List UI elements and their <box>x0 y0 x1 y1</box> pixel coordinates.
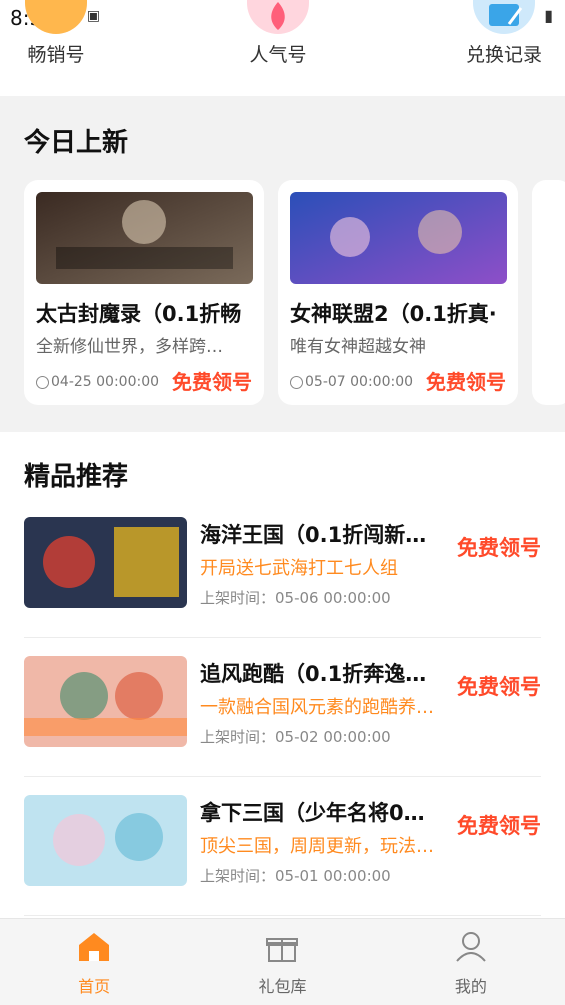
list-item[interactable]: 海洋王国（0.1折闯新… 开局送七武海打工七人组 上架时间：05-06 00:0… <box>0 499 565 638</box>
today-new-section: 今日上新 太古封魔录（0.1折畅 全新修仙世界，多样跨… 04-25 00:00… <box>0 104 565 424</box>
quick-link-label: 畅销号 <box>27 44 85 66</box>
card-game-name: 女神联盟2（0.1折真· <box>290 302 497 326</box>
claim-account-button[interactable]: 免费领号 <box>457 671 541 701</box>
card-time-text: 04-25 00:00:00 <box>51 374 160 390</box>
card-game-desc: 全新修仙世界，多样跨… <box>36 337 223 357</box>
card-time: 05-07 00:00:00 <box>290 374 413 390</box>
quick-link-label: 兑换记录 <box>465 44 542 66</box>
section-title-recommend: 精品推荐 <box>24 456 129 495</box>
quick-link-hot[interactable]: 畅销号 <box>0 0 116 67</box>
claim-account-button[interactable]: 免费领号 <box>426 366 506 395</box>
top-header: 8:51 ⭳ ▣ ▮ 畅销号 人气号 兑换记录 <box>0 0 565 96</box>
claim-account-button[interactable]: 免费领号 <box>457 532 541 562</box>
card-game-name: 太古封魔录（0.1折畅 <box>36 302 242 326</box>
game-desc: 顶尖三国，周周更新，玩法… <box>200 836 434 857</box>
claim-account-button[interactable]: 免费领号 <box>457 810 541 840</box>
exchange-record-icon <box>473 0 535 34</box>
tab-label: 首页 <box>78 977 111 996</box>
tab-home[interactable]: 首页 <box>0 919 188 1005</box>
game-desc: 一款融合国风元素的跑酷养… <box>200 697 434 718</box>
release-time: 上架时间：05-06 00:00:00 <box>200 589 391 607</box>
popularity-flame-icon <box>247 0 309 34</box>
release-time: 上架时间：05-01 00:00:00 <box>200 867 391 885</box>
claim-account-button[interactable]: 免费领号 <box>172 366 252 395</box>
card-game-desc: 唯有女神超越女神 <box>290 337 426 357</box>
quick-link-label: 人气号 <box>249 44 307 66</box>
game-thumbnail <box>24 795 187 886</box>
release-time: 上架时间：05-02 00:00:00 <box>200 728 391 746</box>
today-card-partial[interactable] <box>532 180 565 405</box>
gift-icon <box>266 938 299 962</box>
tab-label: 礼包库 <box>258 977 307 996</box>
quick-link-popular[interactable]: 人气号 <box>218 0 338 67</box>
tab-profile[interactable]: 我的 <box>377 919 565 1005</box>
card-time-text: 05-07 00:00:00 <box>305 374 414 390</box>
today-card[interactable]: 女神联盟2（0.1折真· 唯有女神超越女神 05-07 00:00:00 免费领… <box>278 180 518 405</box>
game-name: 海洋王国（0.1折闯新… <box>200 523 427 547</box>
recommend-section: 精品推荐 海洋王国（0.1折闯新… 开局送七武海打工七人组 上架时间：05-06… <box>0 432 565 918</box>
bottom-nav: 首页 礼包库 我的 <box>0 918 565 1005</box>
user-icon <box>456 932 486 962</box>
game-thumbnail <box>24 656 187 747</box>
home-icon <box>79 933 110 961</box>
game-desc: 开局送七武海打工七人组 <box>200 558 398 579</box>
clock-icon <box>36 375 49 389</box>
game-name: 追风跑酷（0.1折奔逸… <box>200 662 427 686</box>
list-item[interactable]: 拿下三国（少年名将0.… 顶尖三国，周周更新，玩法… 上架时间：05-01 00… <box>0 777 565 916</box>
game-name: 拿下三国（少年名将0.… <box>200 801 432 825</box>
list-item[interactable]: 追风跑酷（0.1折奔逸… 一款融合国风元素的跑酷养… 上架时间：05-02 00… <box>0 638 565 777</box>
divider <box>24 915 541 916</box>
card-time: 04-25 00:00:00 <box>36 374 159 390</box>
game-thumbnail <box>290 192 507 284</box>
game-thumbnail <box>36 192 253 284</box>
clock-icon <box>290 375 303 389</box>
section-title-text: 精品推荐 <box>24 462 129 492</box>
section-title-today: 今日上新 <box>24 122 129 161</box>
quick-link-exchange[interactable]: 兑换记录 <box>444 0 564 67</box>
game-thumbnail <box>24 517 187 608</box>
today-card[interactable]: 太古封魔录（0.1折畅 全新修仙世界，多样跨… 04-25 00:00:00 免… <box>24 180 264 405</box>
hot-sale-icon <box>25 0 87 34</box>
section-title-text: 今日上新 <box>24 128 129 158</box>
tab-gift-library[interactable]: 礼包库 <box>188 919 376 1005</box>
tab-label: 我的 <box>454 977 487 996</box>
